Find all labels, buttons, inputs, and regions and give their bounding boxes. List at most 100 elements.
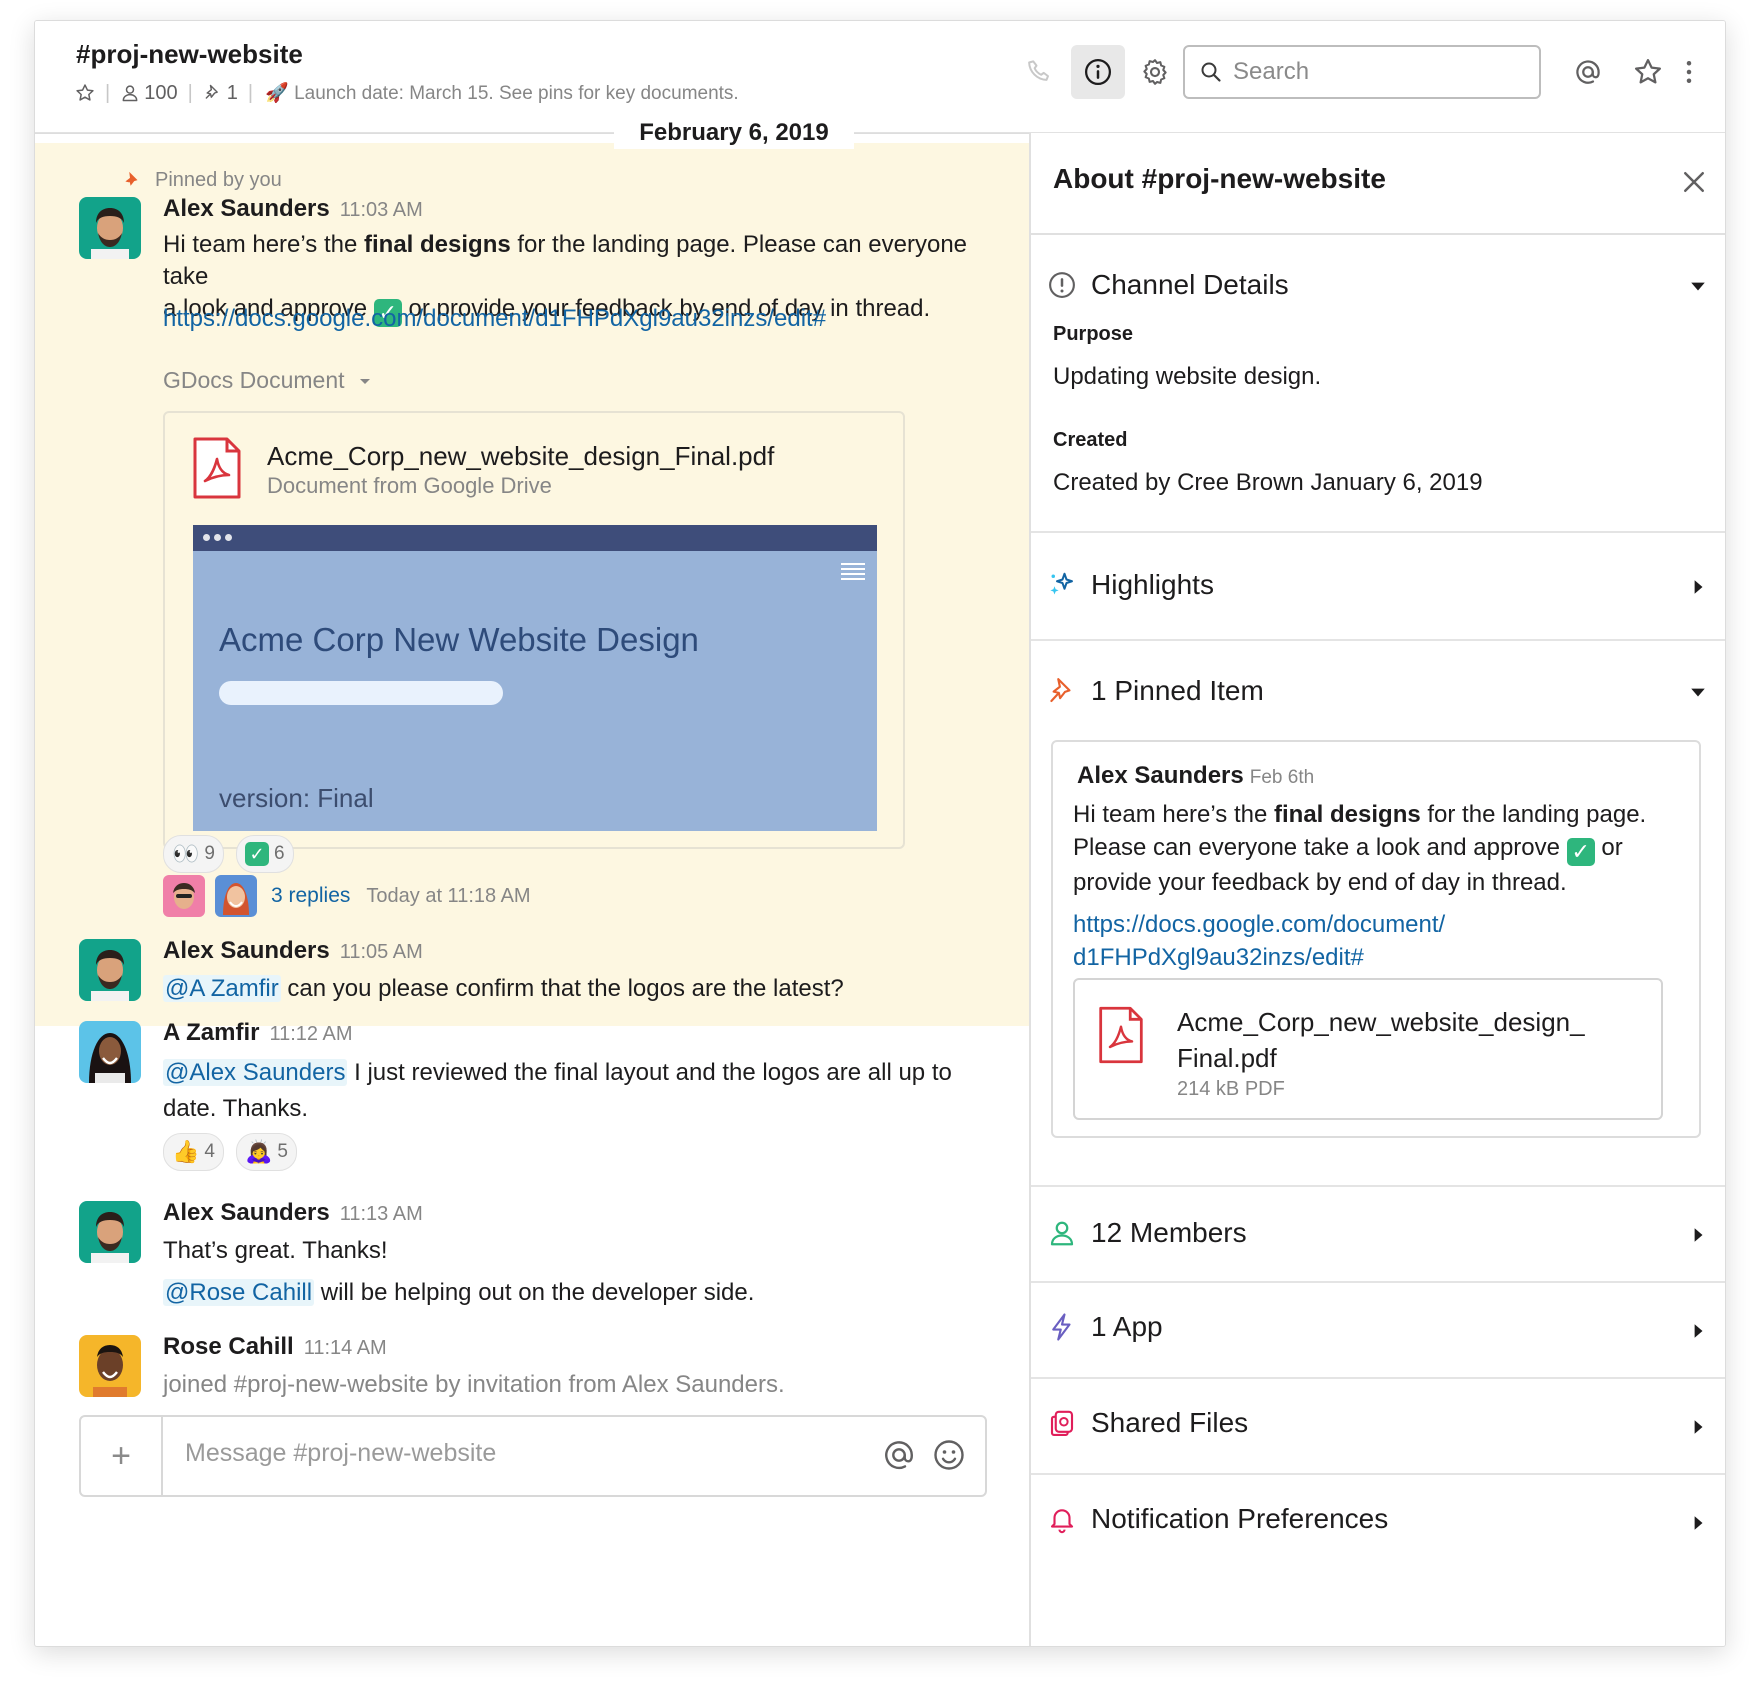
members-section[interactable]: 12 Members	[1031, 1187, 1725, 1283]
mention-button[interactable]	[881, 1437, 917, 1473]
message-link[interactable]: https://docs.google.com/document/d1FHPdX…	[163, 303, 826, 335]
more-actions-button[interactable]	[1669, 45, 1709, 99]
expand-caret[interactable]	[1689, 1514, 1707, 1532]
thumbs-up-emoji: 👍	[172, 1139, 200, 1164]
collapse-caret[interactable]	[1689, 277, 1707, 295]
info-circle-icon	[1049, 272, 1075, 298]
user-mention[interactable]: @A Zamfir	[163, 975, 281, 1002]
reaction-count: 4	[204, 1141, 215, 1162]
expand-caret[interactable]	[1689, 1418, 1707, 1436]
check-emoji: ✓	[1566, 837, 1595, 866]
date-divider: February 6, 2019	[35, 117, 1029, 149]
pin-count-button[interactable]: 1	[203, 82, 238, 105]
reaction-thumbs-up[interactable]: 👍 4	[163, 1133, 224, 1171]
preview-window-bar	[193, 525, 877, 551]
user-mention[interactable]: @Alex Saunders	[163, 1059, 348, 1086]
replies-link[interactable]: 3 replies	[271, 884, 350, 908]
last-reply-time: Today at 11:18 AM	[366, 884, 531, 907]
caret-right-icon	[1694, 1516, 1703, 1530]
highlights-section[interactable]: Highlights	[1031, 533, 1725, 641]
lightning-icon	[1052, 1313, 1071, 1341]
highlights-toggle[interactable]: Highlights	[1047, 569, 1214, 601]
pinned-file-card[interactable]: Acme_Corp_new_website_design_ Final.pdf 2…	[1073, 978, 1663, 1120]
attachment-card[interactable]: Acme_Corp_new_website_design_Final.pdf D…	[163, 411, 905, 849]
avatar-alex-saunders[interactable]	[79, 1201, 141, 1263]
avatar-image	[79, 1201, 141, 1263]
topic-text: Launch date: March 15. See pins for key …	[294, 83, 739, 104]
attachment-file-name[interactable]: Acme_Corp_new_website_design_Final.pdf	[267, 441, 774, 472]
message-body: @A Zamfir can you please confirm that th…	[163, 975, 844, 1002]
pinned-message[interactable]: Pinned by you Alex Saunders 11:03 AM Hi …	[35, 143, 1029, 1026]
message-timestamp[interactable]: 11:05 AM	[340, 941, 423, 964]
starred-items-button[interactable]	[1621, 45, 1675, 99]
author-name[interactable]: Alex Saunders	[163, 937, 330, 965]
bow-emoji: 🙇‍♀️	[244, 1139, 273, 1164]
panel-title: About #proj-new-website	[1053, 163, 1386, 194]
reply-avatar-2	[215, 875, 257, 917]
channel-details-button[interactable]	[1071, 45, 1125, 99]
avatar-rose-cahill[interactable]	[79, 1335, 141, 1397]
author-name[interactable]: A Zamfir	[163, 1019, 259, 1047]
add-attachment-button[interactable]: +	[81, 1417, 163, 1495]
channel-details-panel: About #proj-new-website Channel Details …	[1029, 133, 1725, 1646]
thread-summary[interactable]: 3 replies Today at 11:18 AM	[163, 875, 531, 917]
pin-icon	[205, 84, 218, 99]
caret-right-icon	[1694, 1324, 1703, 1338]
message-composer[interactable]: + Message #proj-new-website	[79, 1415, 987, 1497]
pinned-item-card[interactable]: Alex Saunders Feb 6th Hi team here’s the…	[1051, 740, 1701, 1138]
call-button[interactable]	[1013, 45, 1067, 99]
close-panel-button[interactable]	[1679, 167, 1709, 197]
expand-caret[interactable]	[1689, 1226, 1707, 1244]
avatar-image	[79, 1021, 141, 1083]
purpose-label: Purpose	[1053, 323, 1134, 345]
members-toggle[interactable]: 12 Members	[1047, 1217, 1247, 1249]
notification-preferences-section[interactable]: Notification Preferences	[1031, 1475, 1725, 1595]
pinned-by-label: Pinned by you	[121, 169, 282, 192]
apps-section[interactable]: 1 App	[1031, 1283, 1725, 1379]
message-timestamp[interactable]: 11:03 AM	[340, 199, 423, 222]
collapse-caret[interactable]	[1689, 683, 1707, 701]
reaction-eyes[interactable]: 👀 9	[163, 835, 224, 873]
author-name[interactable]: Alex Saunders	[1077, 762, 1244, 790]
pinned-items-section: 1 Pinned Item Alex Saunders Feb 6th Hi t…	[1031, 641, 1725, 1187]
author-name[interactable]: Alex Saunders	[163, 1199, 330, 1227]
avatar-alex-saunders[interactable]	[79, 197, 141, 259]
user-mention[interactable]: @Rose Cahill	[163, 1279, 315, 1306]
attachment-source-label[interactable]: GDocs Document	[163, 367, 373, 394]
message-timestamp[interactable]: 11:13 AM	[340, 1203, 423, 1226]
channel-settings-button[interactable]	[1128, 45, 1182, 99]
document-preview[interactable]: Acme Corp New Website Design version: Fi…	[193, 525, 877, 831]
message-input[interactable]: Message #proj-new-website	[185, 1439, 496, 1468]
expand-caret[interactable]	[1689, 578, 1707, 596]
shared-files-toggle[interactable]: Shared Files	[1047, 1407, 1248, 1439]
channel-details-toggle[interactable]: Channel Details	[1047, 269, 1289, 301]
apps-toggle[interactable]: 1 App	[1047, 1311, 1163, 1343]
pdf-file-icon	[191, 435, 243, 501]
avatar-alex-saunders[interactable]	[79, 939, 141, 1001]
person-icon	[1050, 1221, 1074, 1246]
preview-title: Acme Corp New Website Design	[219, 621, 699, 658]
star-channel-button[interactable]	[75, 83, 95, 103]
shared-files-section[interactable]: Shared Files	[1031, 1379, 1725, 1475]
channel-title[interactable]: #proj-new-website	[76, 39, 303, 70]
message-timestamp[interactable]: 11:14 AM	[304, 1337, 387, 1360]
notification-preferences-toggle[interactable]: Notification Preferences	[1047, 1503, 1388, 1535]
channel-meta: | 100 | 1 | 🚀 Launch date: March 15. See…	[75, 81, 739, 105]
pinned-items-toggle[interactable]: 1 Pinned Item	[1047, 675, 1264, 707]
pinned-link[interactable]: https://docs.google.com/document/d1FHPdX…	[1073, 908, 1683, 974]
emoji-button[interactable]	[931, 1437, 967, 1473]
message-body: @Alex Saunders I just reviewed the final…	[163, 1059, 952, 1122]
caret-down-icon	[359, 378, 370, 384]
reaction-check[interactable]: ✓ 6	[235, 835, 294, 873]
expand-caret[interactable]	[1689, 1322, 1707, 1340]
message-timestamp[interactable]: 11:12 AM	[269, 1023, 352, 1046]
author-name[interactable]: Rose Cahill	[163, 1333, 294, 1361]
search-box[interactable]: Search	[1183, 45, 1541, 99]
author-name[interactable]: Alex Saunders	[163, 195, 330, 223]
avatar-a-zamfir[interactable]	[79, 1021, 141, 1083]
mentions-button[interactable]	[1561, 45, 1615, 99]
channel-topic[interactable]: 🚀 Launch date: March 15. See pins for ke…	[265, 81, 739, 105]
member-count-button[interactable]: 100	[120, 82, 178, 105]
reaction-bow[interactable]: 🙇‍♀️ 5	[235, 1133, 297, 1171]
pinned-file-name[interactable]: Acme_Corp_new_website_design_ Final.pdf	[1177, 1004, 1617, 1076]
